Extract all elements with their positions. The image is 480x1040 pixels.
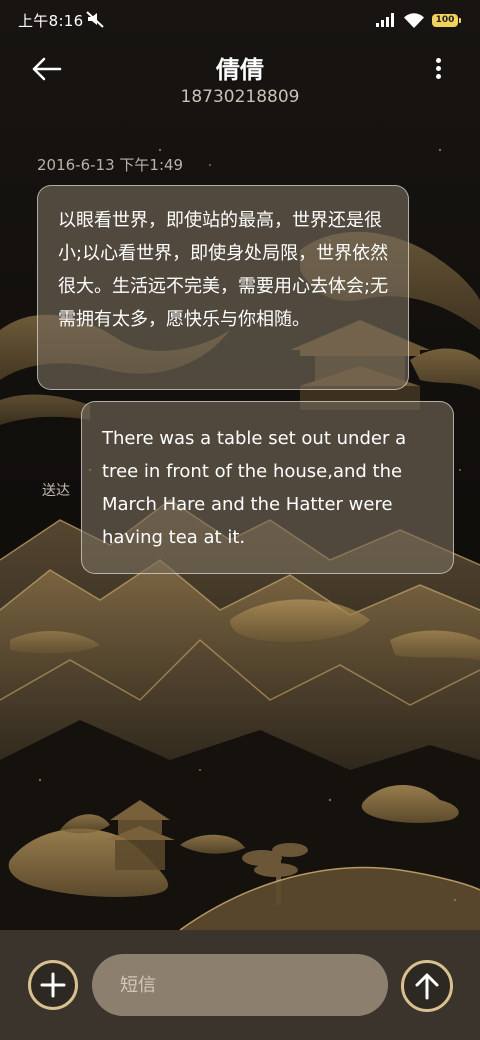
battery-icon: 100 <box>432 13 461 27</box>
status-icons: 100 <box>376 10 461 30</box>
status-time: 上午8:16 <box>18 12 84 30</box>
arrow-up-icon <box>415 973 439 1000</box>
contact-name[interactable]: 倩倩 <box>0 50 480 85</box>
contact-number: 18730218809 <box>180 87 300 107</box>
add-attachment-button[interactable] <box>28 960 78 1010</box>
conversation-header: 倩倩 18730218809 <box>0 40 480 120</box>
delivery-status: 送达 <box>42 483 70 499</box>
plus-icon <box>40 972 66 998</box>
mute-icon <box>86 11 104 28</box>
more-vertical-icon <box>432 58 444 79</box>
wifi-icon <box>404 12 424 28</box>
send-button[interactable] <box>401 960 453 1012</box>
received-message-bubble[interactable]: 以眼看世界，即使站的最高，世界还是很小;以心看世界，即使身处局限，世界依然很大。… <box>37 185 409 390</box>
message-timestamp: 2016-6-13 下午1:49 <box>37 156 184 174</box>
message-input[interactable] <box>92 954 388 1016</box>
sent-message-bubble[interactable]: There was a table set out under a tree i… <box>81 401 454 574</box>
message-composer <box>0 930 480 1040</box>
signal-icon <box>376 13 394 27</box>
more-options-button[interactable] <box>432 58 444 84</box>
status-bar: 上午8:16 100 <box>0 0 480 40</box>
